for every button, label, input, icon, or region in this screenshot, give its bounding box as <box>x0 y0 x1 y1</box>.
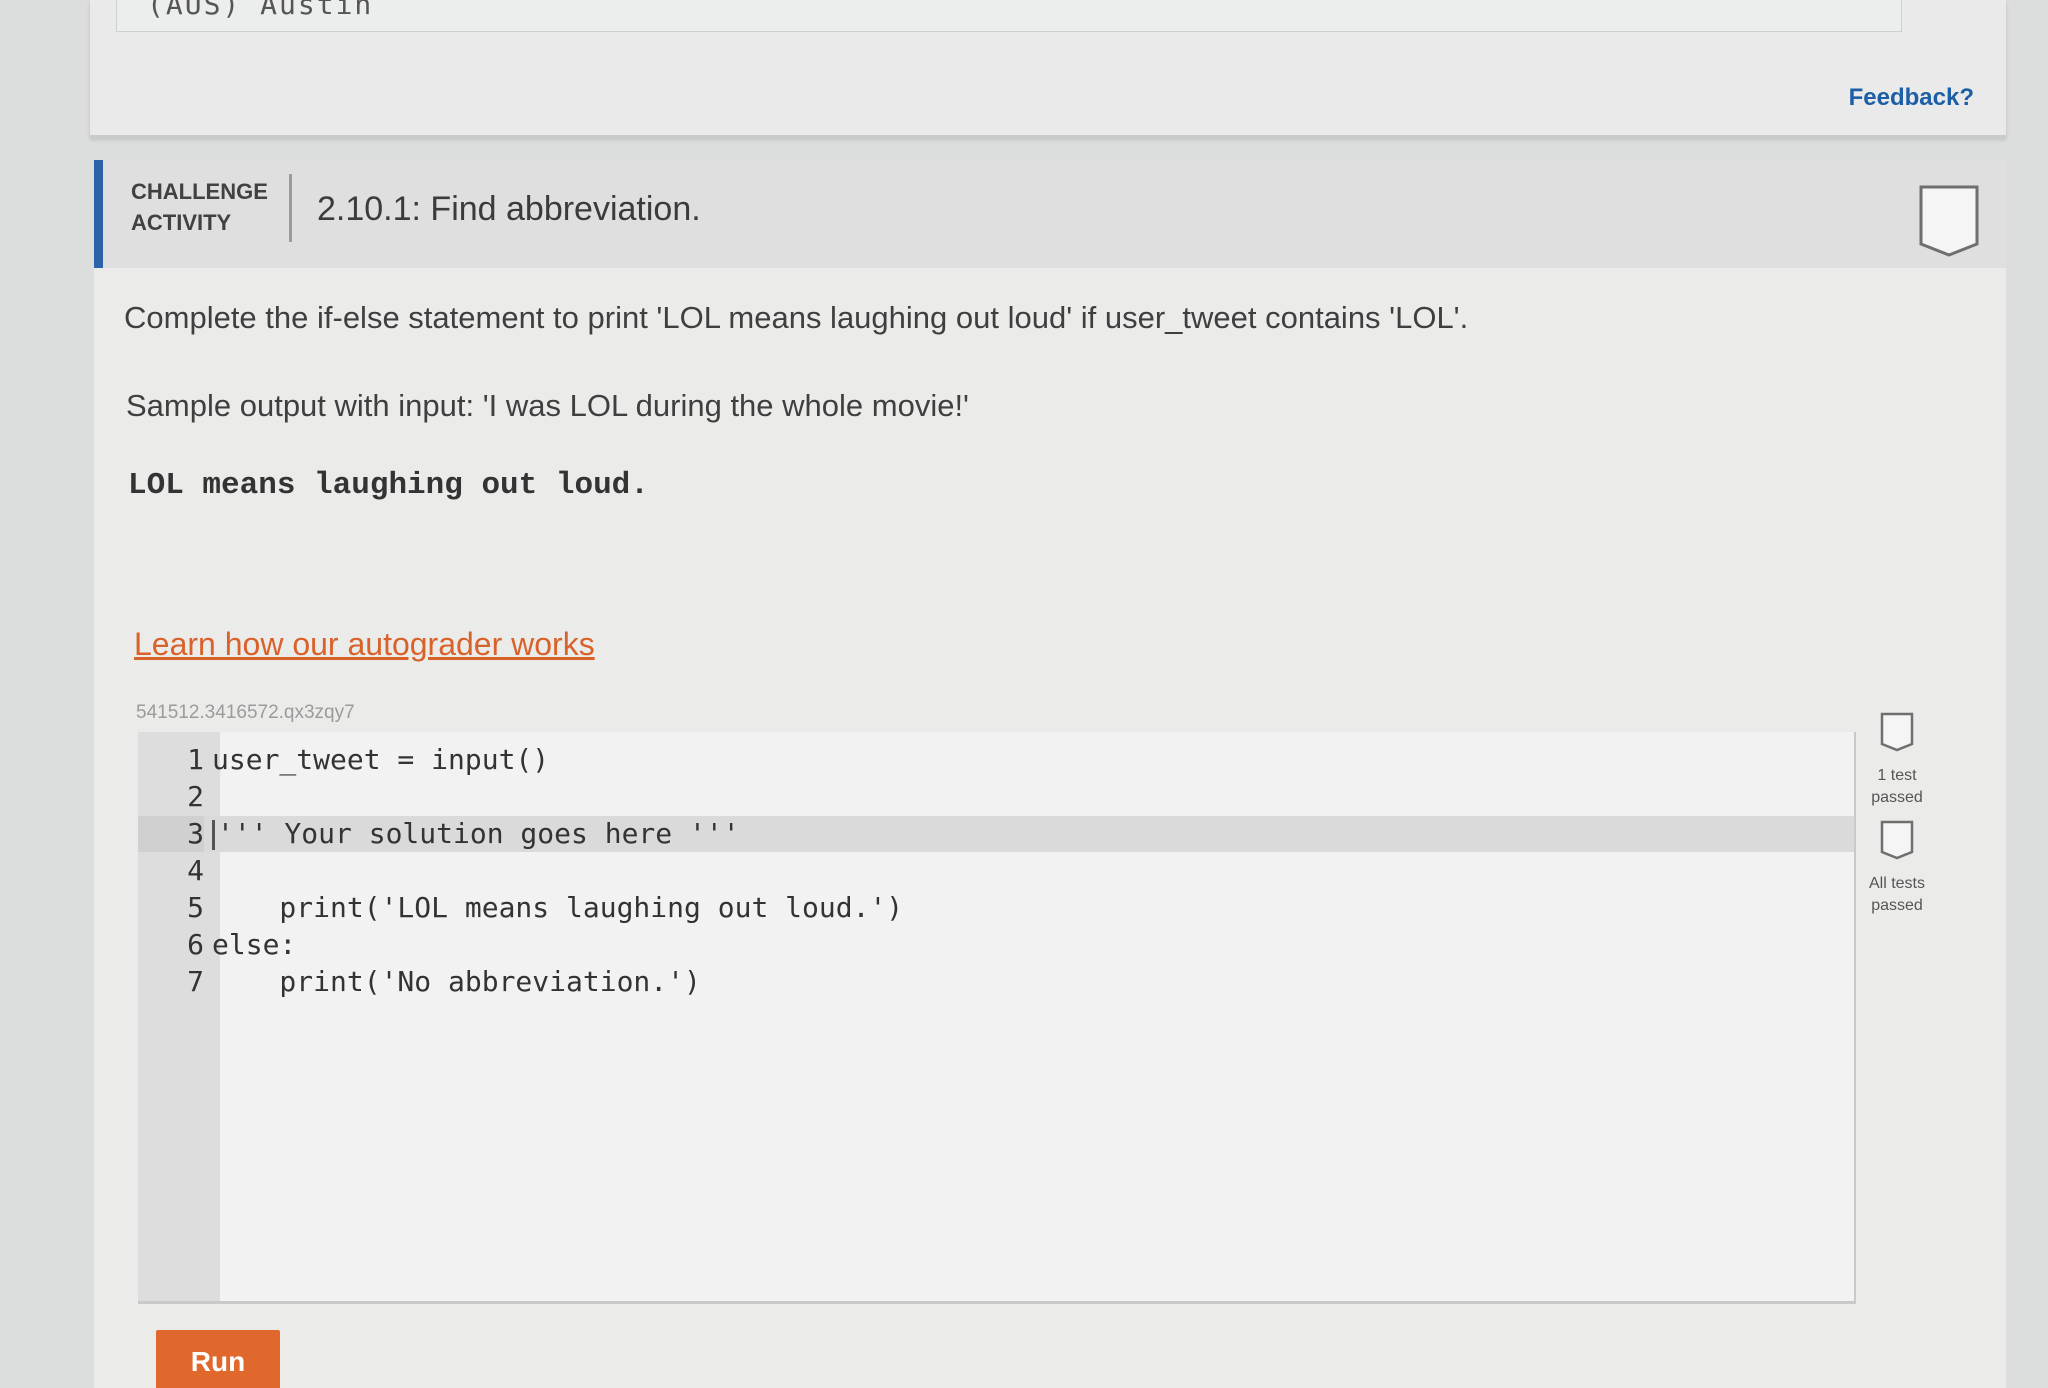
test-shield-icon <box>1880 820 1914 860</box>
sample-output-label: Sample output with input: 'I was LOL dur… <box>126 388 969 423</box>
header-divider <box>289 174 292 242</box>
line-number: 1 <box>187 743 204 776</box>
run-button[interactable]: Run <box>156 1330 280 1388</box>
code-line[interactable]: 7 print('No abbreviation.') <box>138 964 1854 1000</box>
line-number: 3 <box>138 816 204 852</box>
code-line[interactable]: 5 print('LOL means laughing out loud.') <box>138 890 1854 926</box>
autograder-link[interactable]: Learn how our autograder works <box>134 626 595 663</box>
line-number: 4 <box>187 854 204 887</box>
line-code[interactable]: user_tweet = input() <box>212 742 549 778</box>
code-line[interactable]: 6 else: <box>138 927 1854 963</box>
line-code[interactable]: print('No abbreviation.') <box>212 964 700 1000</box>
line-code[interactable]: print('LOL means laughing out loud.') <box>212 890 903 926</box>
text-cursor <box>212 820 215 850</box>
code-line-active[interactable]: 3 ''' Your solution goes here ''' <box>138 816 1854 852</box>
feedback-link[interactable]: Feedback? <box>1849 84 1974 112</box>
line-number: 6 <box>187 928 204 961</box>
test-shield-icon <box>1880 712 1914 752</box>
code-line[interactable]: 1 user_tweet = input() <box>138 742 1854 778</box>
code-line[interactable]: 2 <box>138 779 1854 815</box>
completion-shield-icon <box>1919 185 1979 257</box>
line-number: 2 <box>187 780 204 813</box>
previous-content-strip: (AUS) Austin <box>116 0 1902 32</box>
test-status-one: 1 test passed <box>1852 712 1942 809</box>
activity-type-label: CHALLENGE ACTIVITY <box>131 179 268 235</box>
test-status-label: 1 test passed <box>1871 767 1923 806</box>
code-editor[interactable]: 1 user_tweet = input() 2 3 ''' Your solu… <box>138 732 1856 1304</box>
line-code[interactable]: ''' Your solution goes here ''' <box>212 816 740 852</box>
challenge-activity: CHALLENGE ACTIVITY 2.10.1: Find abbrevia… <box>94 160 2006 1388</box>
test-status-label: All tests passed <box>1868 875 1925 914</box>
line-number: 5 <box>187 891 204 924</box>
activity-header: CHALLENGE ACTIVITY 2.10.1: Find abbrevia… <box>94 160 2006 268</box>
sample-output: LOL means laughing out loud. <box>128 468 649 503</box>
instructions-text: Complete the if-else statement to print … <box>124 300 1469 335</box>
test-status-all: All tests passed <box>1852 820 1942 917</box>
activity-title: 2.10.1: Find abbreviation. <box>317 190 701 228</box>
activity-id: 541512.3416572.qx3zqy7 <box>136 702 355 723</box>
previous-activity-card: (AUS) Austin Feedback? <box>90 0 2006 138</box>
previous-content-text: (AUS) Austin <box>147 0 374 21</box>
line-code-text: ''' Your solution goes here ''' <box>217 817 740 850</box>
line-code[interactable]: else: <box>212 927 296 963</box>
line-number: 7 <box>187 965 204 998</box>
code-line[interactable]: 4 <box>138 853 1854 889</box>
